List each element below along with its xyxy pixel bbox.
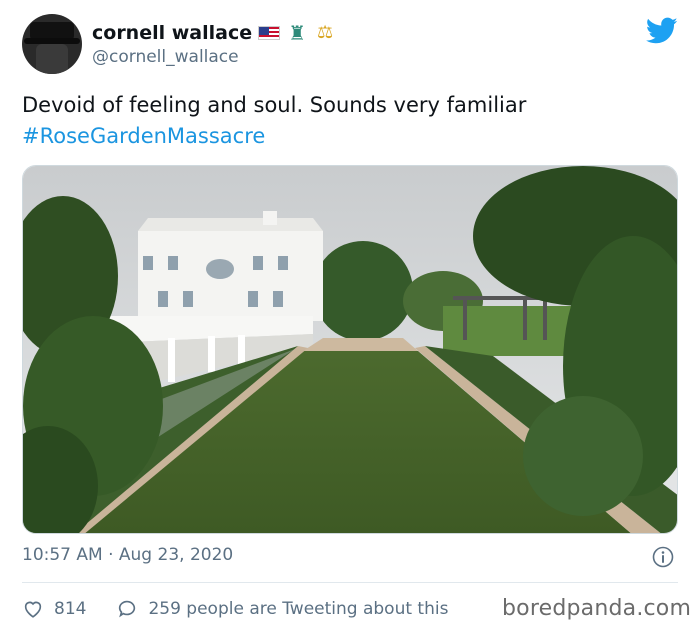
- balance-scale-icon: ⚖: [317, 22, 334, 43]
- avatar-face: [36, 44, 68, 74]
- author-handle[interactable]: @cornell_wallace: [92, 47, 239, 67]
- author-display-name[interactable]: cornell wallace: [92, 22, 252, 44]
- watermark: boredpanda.com: [502, 596, 692, 621]
- tweet-card: cornell wallace ♜ ⚖ @cornell_wallace Dev…: [0, 0, 700, 636]
- tweeting-text: 259 people are Tweeting about this: [148, 599, 449, 619]
- tweet-text: Devoid of feeling and soul. Sounds very …: [22, 90, 672, 152]
- hashtag-link[interactable]: #RoseGardenMassacre: [22, 121, 672, 152]
- info-icon[interactable]: [652, 546, 674, 568]
- statue-of-liberty-icon: ♜: [288, 21, 307, 45]
- divider: [22, 582, 678, 583]
- us-flag-icon: [258, 26, 281, 40]
- avatar[interactable]: [22, 14, 82, 74]
- tweeting-link[interactable]: 259 people are Tweeting about this: [116, 598, 448, 620]
- like-button[interactable]: 814: [22, 598, 86, 620]
- white-house-rose-garden-photo: [23, 166, 677, 533]
- twitter-bird-icon[interactable]: [646, 17, 678, 45]
- heart-icon: [24, 601, 42, 618]
- tweet-actions: 814 259 people are Tweeting about this: [22, 596, 478, 622]
- speech-bubble-icon: [119, 600, 136, 618]
- like-count: 814: [54, 599, 87, 619]
- tweet-body: Devoid of feeling and soul. Sounds very …: [22, 93, 527, 117]
- tweet-timestamp[interactable]: 10:57 AM · Aug 23, 2020: [22, 545, 233, 565]
- author-name-row: cornell wallace ♜ ⚖: [92, 19, 336, 47]
- tweet-photo[interactable]: [22, 165, 678, 534]
